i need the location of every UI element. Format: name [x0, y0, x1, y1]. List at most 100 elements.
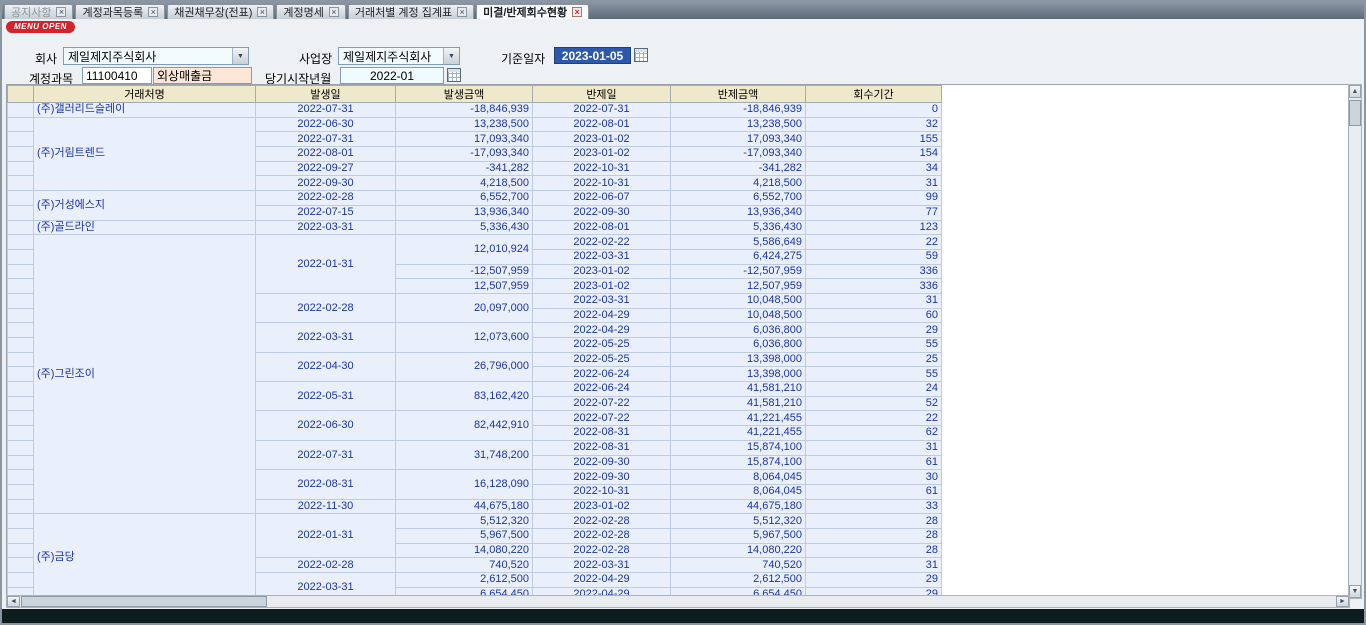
- cell-period[interactable]: 22: [806, 235, 942, 250]
- row-selector[interactable]: [8, 382, 34, 397]
- cell-odate[interactable]: 2022-06-30: [256, 411, 396, 440]
- cell-vendor[interactable]: (주)거성에스지: [34, 191, 256, 220]
- cell-period[interactable]: 336: [806, 264, 942, 279]
- cell-samt[interactable]: 10,048,500: [671, 293, 806, 308]
- cell-samt[interactable]: 6,036,800: [671, 323, 806, 338]
- cell-samt[interactable]: 6,036,800: [671, 338, 806, 353]
- tab-채권채무장(전표)[interactable]: 채권채무장(전표)×: [167, 4, 274, 19]
- tab-close-icon[interactable]: ×: [572, 7, 582, 17]
- cell-odate[interactable]: 2022-07-31: [256, 132, 396, 147]
- cell-sdate[interactable]: 2022-02-28: [533, 543, 671, 558]
- cell-samt[interactable]: 14,080,220: [671, 543, 806, 558]
- row-selector[interactable]: [8, 367, 34, 382]
- cell-odate[interactable]: 2022-02-28: [256, 191, 396, 206]
- cell-oamt[interactable]: 740,520: [396, 558, 533, 573]
- tab-공지사항[interactable]: 공지사항×: [4, 4, 73, 19]
- cell-period[interactable]: 30: [806, 470, 942, 485]
- row-selector[interactable]: [8, 426, 34, 441]
- cell-sdate[interactable]: 2022-06-07: [533, 191, 671, 206]
- row-selector[interactable]: [8, 235, 34, 250]
- cell-oamt[interactable]: 5,336,430: [396, 220, 533, 235]
- cell-oamt[interactable]: 12,010,924: [396, 235, 533, 264]
- cell-oamt[interactable]: 2,612,500: [396, 573, 533, 588]
- cell-samt[interactable]: 8,064,045: [671, 470, 806, 485]
- cell-oamt[interactable]: 5,512,320: [396, 514, 533, 529]
- cell-sdate[interactable]: 2022-07-31: [533, 103, 671, 118]
- cell-oamt[interactable]: 31,748,200: [396, 440, 533, 469]
- cell-period[interactable]: 25: [806, 352, 942, 367]
- scroll-right-icon[interactable]: ►: [1336, 596, 1349, 607]
- cell-sdate[interactable]: 2022-08-31: [533, 426, 671, 441]
- cell-sdate[interactable]: 2023-01-02: [533, 264, 671, 279]
- row-selector[interactable]: [8, 279, 34, 294]
- cell-sdate[interactable]: 2022-05-25: [533, 338, 671, 353]
- tab-미결/반제회수현황[interactable]: 미결/반제회수현황×: [476, 4, 589, 19]
- cell-sdate[interactable]: 2022-08-01: [533, 117, 671, 132]
- cell-oamt[interactable]: 17,093,340: [396, 132, 533, 147]
- cell-period[interactable]: 154: [806, 147, 942, 162]
- cell-period[interactable]: 77: [806, 205, 942, 220]
- cell-period[interactable]: 31: [806, 176, 942, 191]
- cell-odate[interactable]: 2022-08-01: [256, 147, 396, 162]
- cell-sdate[interactable]: 2022-04-29: [533, 573, 671, 588]
- row-selector[interactable]: [8, 132, 34, 147]
- cell-sdate[interactable]: 2022-06-24: [533, 367, 671, 382]
- cell-samt[interactable]: 5,512,320: [671, 514, 806, 529]
- cell-odate[interactable]: 2022-09-27: [256, 161, 396, 176]
- row-selector[interactable]: [8, 103, 34, 118]
- cell-samt[interactable]: 13,398,000: [671, 352, 806, 367]
- account-name-input[interactable]: [153, 67, 252, 84]
- row-selector[interactable]: [8, 323, 34, 338]
- cell-period[interactable]: 55: [806, 338, 942, 353]
- cell-sdate[interactable]: 2022-05-25: [533, 352, 671, 367]
- cell-sdate[interactable]: 2022-07-22: [533, 396, 671, 411]
- cell-samt[interactable]: -18,846,939: [671, 103, 806, 118]
- company-select[interactable]: 제일제지주식회사 ▼: [63, 47, 249, 65]
- cell-period[interactable]: 59: [806, 249, 942, 264]
- cell-samt[interactable]: 13,936,340: [671, 205, 806, 220]
- cell-period[interactable]: 24: [806, 382, 942, 397]
- cell-odate[interactable]: 2022-09-30: [256, 176, 396, 191]
- row-selector[interactable]: [8, 514, 34, 529]
- cell-odate[interactable]: 2022-05-31: [256, 382, 396, 411]
- period-input[interactable]: [340, 67, 444, 84]
- row-selector[interactable]: [8, 161, 34, 176]
- cell-period[interactable]: 29: [806, 573, 942, 588]
- cell-vendor[interactable]: (주)거림트렌드: [34, 117, 256, 190]
- cell-sdate[interactable]: 2022-09-30: [533, 470, 671, 485]
- cell-sdate[interactable]: 2022-02-28: [533, 528, 671, 543]
- cell-odate[interactable]: 2022-02-28: [256, 293, 396, 322]
- calendar-icon[interactable]: [634, 48, 648, 62]
- tab-close-icon[interactable]: ×: [457, 7, 467, 17]
- row-selector[interactable]: [8, 220, 34, 235]
- cell-sdate[interactable]: 2023-01-02: [533, 279, 671, 294]
- cell-period[interactable]: 155: [806, 132, 942, 147]
- cell-samt[interactable]: 13,398,000: [671, 367, 806, 382]
- cell-oamt[interactable]: 12,507,959: [396, 279, 533, 294]
- row-selector[interactable]: [8, 147, 34, 162]
- tab-close-icon[interactable]: ×: [148, 7, 158, 17]
- cell-samt[interactable]: 41,581,210: [671, 382, 806, 397]
- cell-oamt[interactable]: 13,238,500: [396, 117, 533, 132]
- cell-sdate[interactable]: 2022-06-24: [533, 382, 671, 397]
- cell-period[interactable]: 33: [806, 499, 942, 514]
- col-header-vendor[interactable]: 거래처명: [34, 86, 256, 103]
- cell-odate[interactable]: 2022-02-28: [256, 558, 396, 573]
- cell-sdate[interactable]: 2022-10-31: [533, 161, 671, 176]
- cell-oamt[interactable]: 82,442,910: [396, 411, 533, 440]
- cell-period[interactable]: 31: [806, 558, 942, 573]
- cell-period[interactable]: 123: [806, 220, 942, 235]
- row-selector[interactable]: [8, 396, 34, 411]
- cell-period[interactable]: 31: [806, 440, 942, 455]
- row-selector[interactable]: [8, 352, 34, 367]
- cell-vendor[interactable]: (주)골드라인: [34, 220, 256, 235]
- row-selector[interactable]: [8, 470, 34, 485]
- cell-sdate[interactable]: 2023-01-02: [533, 499, 671, 514]
- cell-period[interactable]: 29: [806, 323, 942, 338]
- row-selector[interactable]: [8, 293, 34, 308]
- chevron-down-icon[interactable]: ▼: [232, 48, 248, 64]
- col-header-occur-amount[interactable]: 발생금액: [396, 86, 533, 103]
- row-selector[interactable]: [8, 308, 34, 323]
- cell-sdate[interactable]: 2022-03-31: [533, 249, 671, 264]
- cell-sdate[interactable]: 2022-04-29: [533, 308, 671, 323]
